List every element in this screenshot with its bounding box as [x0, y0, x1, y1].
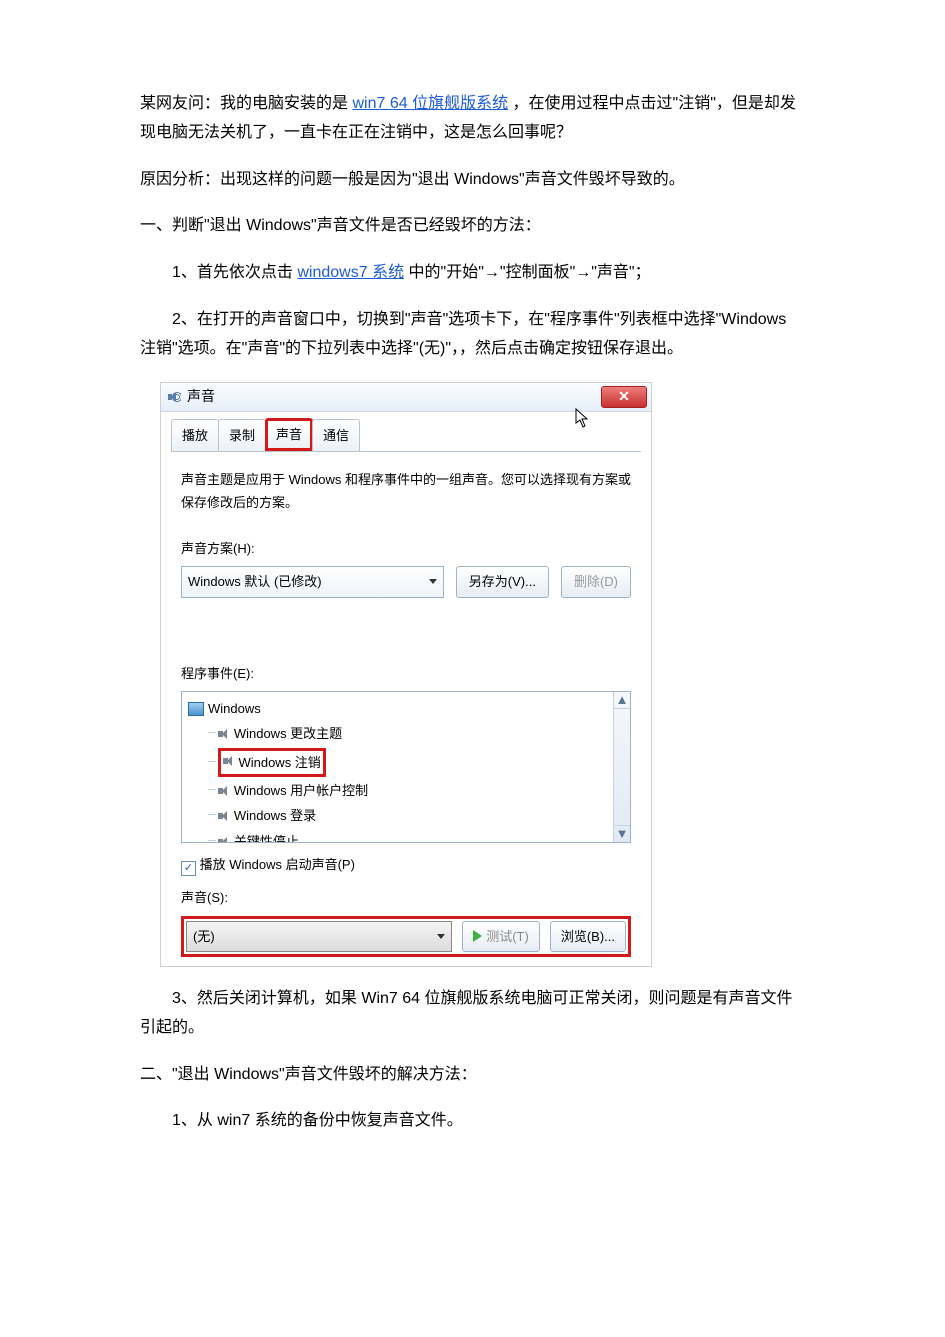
step-2: 2、在打开的声音窗口中，切换到"声音"选项卡下，在"程序事件"列表框中选择"Wi… [140, 306, 805, 364]
list-item-selected: ┈ Windows 注销 [186, 747, 626, 778]
browse-button[interactable]: 浏览(B)... [550, 921, 626, 952]
delete-button[interactable]: 删除(D) [561, 566, 631, 597]
chevron-down-icon [429, 579, 437, 584]
program-events-list[interactable]: Windows ┈Windows 更改主题 ┈ Windows 注销 ┈Wind… [181, 691, 631, 843]
sound-label: 声音(S): [181, 886, 631, 909]
cursor-icon [575, 408, 591, 430]
tab-record[interactable]: 录制 [218, 419, 266, 451]
sound-item-icon [218, 836, 230, 843]
list-item: ┈Windows 用户帐户控制 [186, 778, 626, 803]
windows-icon [188, 702, 204, 716]
scheme-select[interactable]: Windows 默认 (已修改) [181, 566, 444, 597]
section-two-heading: 二、"退出 Windows"声音文件毁坏的解决方法： [140, 1061, 805, 1090]
tree-root: Windows [186, 696, 626, 721]
tab-comm[interactable]: 通信 [312, 419, 360, 451]
section-one-heading: 一、判断"退出 Windows"声音文件是否已经毁坏的方法： [140, 212, 805, 241]
sound-select[interactable]: (无) [186, 921, 452, 952]
play-startup-row[interactable]: ✓ 播放 Windows 启动声音(P) [181, 853, 631, 876]
list-item: ┈Windows 登录 [186, 803, 626, 828]
step-3: 3、然后关闭计算机，如果 Win7 64 位旗舰版系统电脑可正常关闭，则问题是有… [140, 985, 805, 1043]
tree-root-label: Windows [208, 697, 261, 720]
paragraph-cause: 原因分析：出现这样的问题一般是因为"退出 Windows"声音文件毁坏导致的。 [140, 166, 805, 195]
sound-item-icon [218, 785, 230, 797]
tab-bar: 播放 录制 声音 通信 [161, 412, 651, 451]
play-startup-label: 播放 Windows 启动声音(P) [200, 857, 355, 872]
sound-item-icon [223, 755, 235, 767]
paragraph-question: 某网友问：我的电脑安装的是 win7 64 位旗舰版系统 ，在使用过程中点击过"… [140, 90, 805, 148]
dialog-title: 声音 [187, 384, 215, 409]
checkbox-icon[interactable]: ✓ [181, 861, 196, 876]
sound-value: (无) [193, 925, 215, 948]
close-button[interactable]: ✕ [601, 386, 647, 408]
link-win7-system[interactable]: win7 64 位旗舰版系统 [352, 95, 508, 112]
play-icon [473, 930, 482, 942]
step-1: 1、首先依次点击 windows7 系统 中的"开始"→"控制面板"→"声音"； [140, 259, 805, 288]
list-item: ┈关键性停止 [186, 829, 626, 843]
text: 1、首先依次点击 [172, 264, 293, 281]
scroll-down-icon[interactable]: ▼ [614, 825, 630, 842]
list-item: ┈Windows 更改主题 [186, 721, 626, 746]
save-as-button[interactable]: 另存为(V)... [456, 566, 549, 597]
events-label: 程序事件(E): [181, 662, 631, 685]
sound-item-icon [218, 728, 230, 740]
step-2-1: 1、从 win7 系统的备份中恢复声音文件。 [140, 1107, 805, 1136]
text: 中的"开始"→"控制面板"→"声音"； [409, 264, 651, 281]
scheme-label: 声音方案(H): [181, 537, 631, 560]
text: 某网友问：我的电脑安装的是 [140, 95, 348, 112]
sound-icon [167, 390, 181, 404]
scheme-value: Windows 默认 (已修改) [188, 570, 322, 593]
tab-sound[interactable]: 声音 [265, 418, 313, 451]
scroll-up-icon[interactable]: ▲ [614, 692, 630, 709]
test-button[interactable]: 测试(T) [462, 921, 540, 952]
scrollbar[interactable]: ▲ ▼ [613, 692, 630, 842]
text: 2、在打开的声音窗口中，切换到"声音"选项卡下，在"程序事件"列表框中选择"Wi… [140, 311, 786, 357]
sound-item-icon [218, 810, 230, 822]
link-windows7-system[interactable]: windows7 系统 [297, 264, 404, 281]
tab-playback[interactable]: 播放 [171, 419, 219, 451]
sound-dialog: 声音 ✕ 播放 录制 声音 通信 声音主题是应用于 Windows 和程序事件中… [160, 382, 652, 968]
dialog-description: 声音主题是应用于 Windows 和程序事件中的一组声音。您可以选择现有方案或保… [181, 468, 631, 515]
sound-select-row: (无) 测试(T) 浏览(B)... [181, 916, 631, 957]
chevron-down-icon [437, 934, 445, 939]
